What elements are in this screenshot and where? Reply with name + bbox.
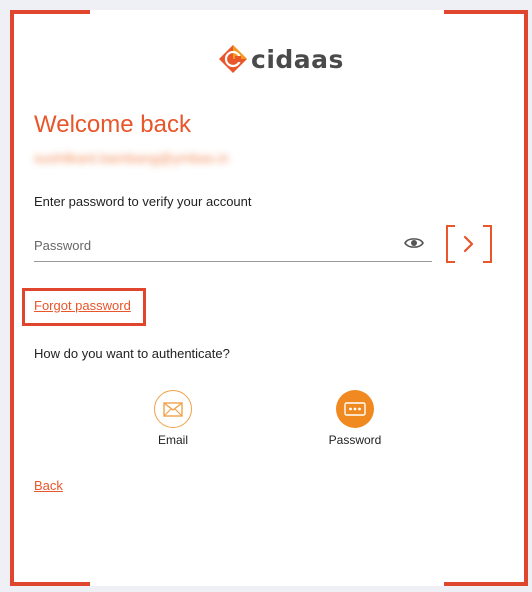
eye-icon[interactable] [404, 236, 424, 250]
page-title: Welcome back [34, 111, 191, 138]
brand-logo: cidaas [218, 44, 344, 74]
password-method-label: Password [328, 433, 382, 447]
auth-method-question: How do you want to authenticate? [34, 346, 230, 361]
brand-name: cidaas [251, 44, 344, 74]
cidaas-logo-icon [219, 45, 247, 73]
password-dots-icon [344, 402, 366, 416]
password-prompt: Enter password to verify your account [34, 194, 252, 209]
password-field [34, 228, 432, 262]
submit-button[interactable] [445, 225, 493, 263]
account-email: sushilkant.bambang@ymbas.in [34, 150, 229, 166]
chevron-right-icon [463, 235, 474, 253]
email-method-circle [154, 390, 192, 428]
auth-method-email[interactable]: Email [133, 390, 213, 447]
envelope-icon [163, 401, 183, 417]
auth-method-password[interactable]: Password [315, 390, 395, 447]
back-link[interactable]: Back [34, 478, 63, 493]
password-method-circle [336, 390, 374, 428]
email-method-label: Email [157, 433, 188, 447]
password-input[interactable] [34, 234, 394, 256]
forgot-password-link[interactable]: Forgot password [34, 298, 131, 313]
